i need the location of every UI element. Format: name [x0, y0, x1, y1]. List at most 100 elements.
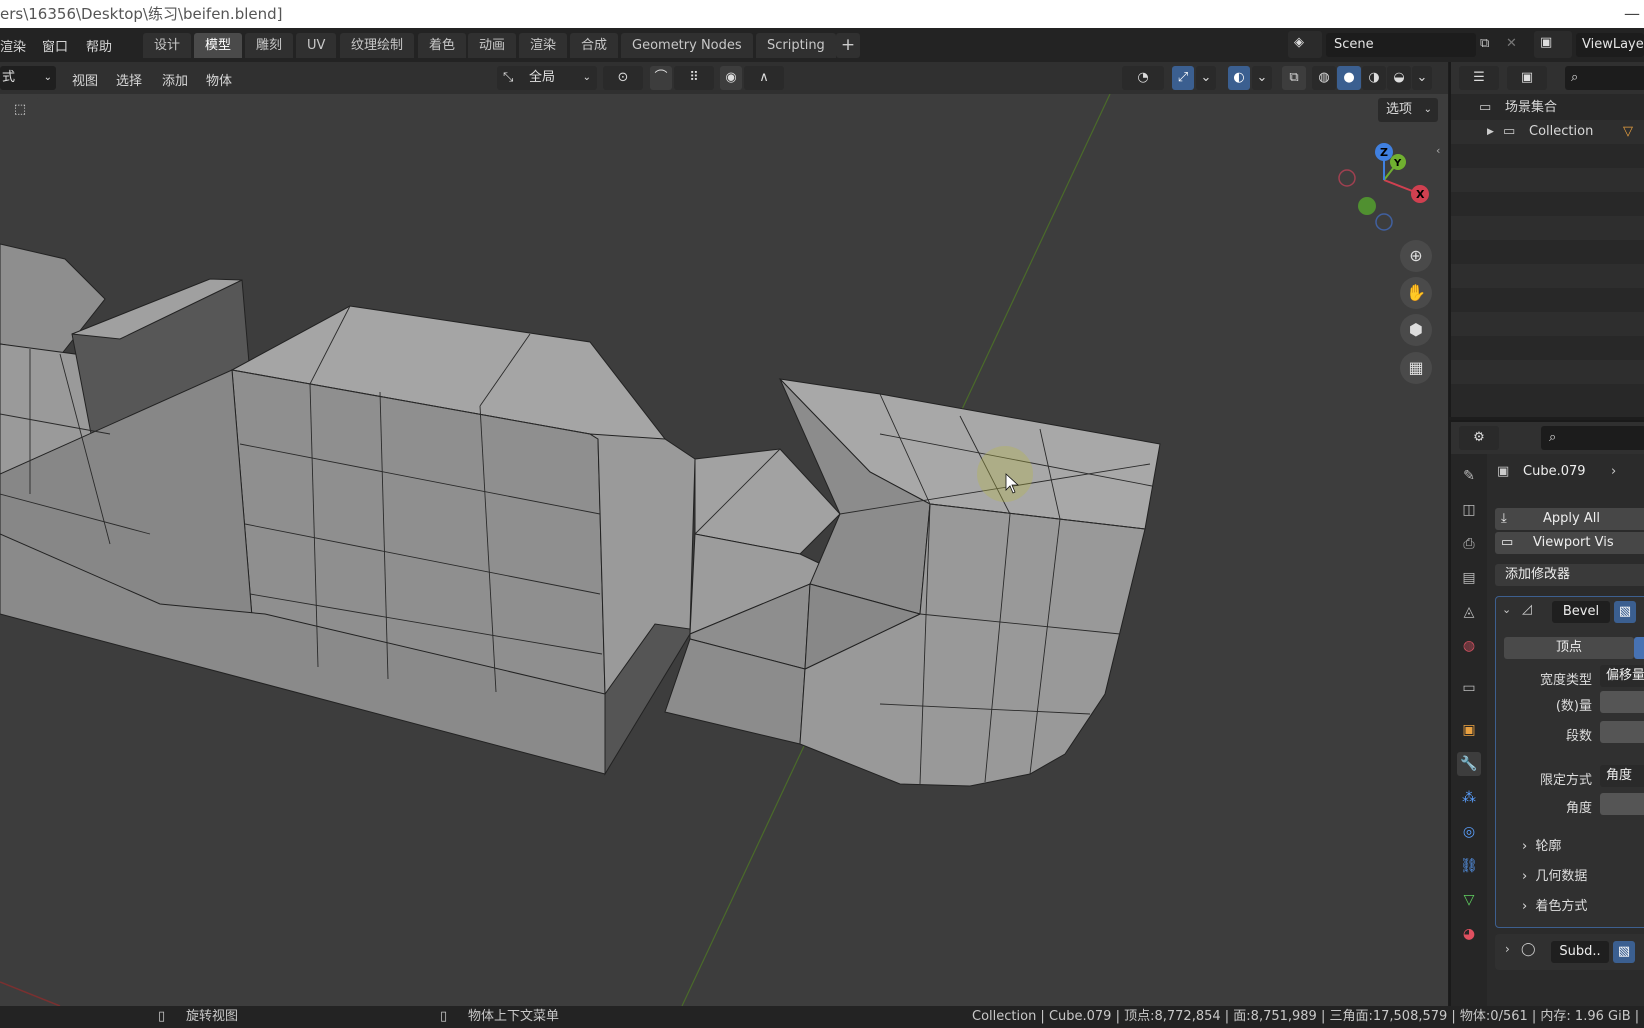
scene-name-field[interactable]: Scene — [1326, 33, 1476, 57]
proportional-edit-icon[interactable]: ◉ — [720, 66, 742, 90]
apply-all-button[interactable]: ⤓ Apply All — [1495, 508, 1644, 530]
tab-modeling[interactable]: 模型 — [194, 33, 243, 58]
zoom-icon[interactable]: ⊕ — [1400, 240, 1432, 272]
transform-orientation-dropdown[interactable]: ⤡ 全局 ⌄ — [497, 66, 597, 90]
outliner-collection-row[interactable]: ▶ ▭ Collection ▽ — [1451, 120, 1644, 144]
collapse-chevron-icon[interactable]: ⌄ — [1502, 603, 1511, 616]
properties-search-icon[interactable]: ⌕ — [1541, 426, 1644, 450]
tab-compositing[interactable]: 合成 — [570, 33, 619, 58]
editor-type-icon[interactable]: ⚙ — [1459, 426, 1499, 450]
pan-hand-icon[interactable]: ✋ — [1400, 277, 1432, 309]
outliner-scene-collection[interactable]: ▭ 场景集合 — [1451, 96, 1644, 120]
menu-help[interactable]: 帮助 — [86, 36, 112, 55]
falloff-icon[interactable]: ∧ — [744, 66, 784, 90]
width-type-dropdown[interactable]: 偏移量 — [1600, 665, 1644, 687]
menu-object[interactable]: 物体 — [206, 70, 232, 89]
viewlayer-icon[interactable]: ▣ — [1534, 31, 1572, 58]
outliner-empty-row — [1451, 240, 1644, 264]
constraints-tab-icon[interactable]: ⛓ — [1457, 854, 1481, 878]
gizmo-toggle-icon[interactable]: ⤢ — [1172, 66, 1194, 90]
navigation-gizmo[interactable]: X Y Z — [1338, 143, 1429, 231]
material-shading-icon[interactable]: ◑ — [1362, 66, 1386, 90]
editmode-toggle-icon[interactable]: ▧ — [1613, 941, 1635, 963]
menu-select[interactable]: 选择 — [116, 70, 142, 89]
menu-window[interactable]: 窗口 — [42, 36, 68, 55]
visibility-icon[interactable]: ◔ — [1122, 66, 1164, 90]
amount-label: (数)量 — [1555, 699, 1592, 714]
affect-vertices-button[interactable]: 顶点 — [1504, 637, 1634, 659]
segments-field[interactable] — [1600, 721, 1644, 743]
tab-layout[interactable]: 设计 — [143, 33, 192, 58]
add-modifier-button[interactable]: 添加修改器 — [1495, 564, 1644, 586]
tool-tab-icon[interactable]: ✎ — [1457, 464, 1481, 488]
pivot-point-icon[interactable]: ⊙ — [603, 66, 643, 90]
menu-render[interactable]: 渲染 — [0, 36, 26, 55]
shading-label: 着色方式 — [1535, 899, 1588, 914]
rendered-shading-icon[interactable]: ◒ — [1387, 66, 1411, 90]
snap-toggle-icon[interactable]: ⌒ — [650, 66, 672, 90]
tab-rendering[interactable]: 渲染 — [519, 33, 568, 58]
geometry-subpanel[interactable]: › 几何数据 — [1522, 865, 1587, 884]
output-tab-icon[interactable]: ⎙ — [1457, 532, 1481, 556]
physics-tab-icon[interactable]: ◎ — [1457, 820, 1481, 844]
solid-shading-icon[interactable]: ● — [1337, 66, 1361, 90]
add-workspace-button[interactable]: + — [836, 33, 860, 58]
mode-dropdown[interactable]: 式 ⌄ — [0, 66, 56, 90]
data-tab-icon[interactable]: ▽ — [1457, 888, 1481, 912]
limit-method-dropdown[interactable]: 角度 — [1600, 765, 1644, 787]
chevron-down-icon[interactable]: ⌄ — [1412, 66, 1432, 90]
menu-view[interactable]: 视图 — [72, 70, 98, 89]
material-tab-icon[interactable]: ◕ — [1457, 922, 1481, 946]
subd-name-field[interactable]: Subd.. — [1551, 941, 1609, 963]
outliner-search-icon[interactable]: ⌕ — [1565, 66, 1644, 90]
profile-subpanel[interactable]: › 轮廓 — [1522, 835, 1561, 854]
world-tab-icon[interactable]: ◍ — [1457, 634, 1481, 658]
wireframe-shading-icon[interactable]: ◍ — [1312, 66, 1336, 90]
viewport-vis-button[interactable]: ▭ Viewport Vis — [1495, 532, 1644, 554]
amount-field[interactable] — [1600, 691, 1644, 713]
collection-tab-icon[interactable]: ▭ — [1457, 676, 1481, 700]
new-scene-icon[interactable]: ⧉ — [1480, 36, 1489, 51]
tab-texture-paint[interactable]: 纹理绘制 — [340, 33, 415, 58]
tab-geometry-nodes[interactable]: Geometry Nodes — [621, 33, 753, 58]
display-mode-icon[interactable]: ▣ — [1507, 66, 1547, 90]
perspective-grid-icon[interactable]: ▦ — [1400, 352, 1432, 384]
tab-uv[interactable]: UV — [296, 33, 337, 58]
tab-shading[interactable]: 着色 — [418, 33, 467, 58]
editmode-toggle-icon[interactable]: ▧ — [1614, 601, 1636, 623]
viewlayer-name-field[interactable]: ViewLaye — [1576, 33, 1644, 57]
tab-scripting[interactable]: Scripting — [756, 33, 836, 58]
minimize-icon[interactable]: — — [1624, 0, 1640, 28]
scene-icon[interactable]: ◈ — [1288, 31, 1322, 58]
camera-view-icon[interactable]: ⬢ — [1400, 314, 1432, 346]
editor-type-icon[interactable]: ☰ — [1459, 66, 1499, 90]
angle-field[interactable] — [1600, 793, 1644, 815]
expand-chevron-icon[interactable]: › — [1505, 942, 1510, 956]
shading-subpanel[interactable]: › 着色方式 — [1522, 895, 1587, 914]
sidebar-toggle-icon[interactable]: ‹ — [1436, 144, 1440, 157]
object-tab-icon[interactable]: ▣ — [1457, 718, 1481, 742]
tab-sculpting[interactable]: 雕刻 — [245, 33, 294, 58]
affect-edges-button[interactable] — [1634, 637, 1644, 659]
particles-tab-icon[interactable]: ⁂ — [1457, 786, 1481, 810]
outliner-empty-row — [1451, 384, 1644, 408]
tab-animation[interactable]: 动画 — [468, 33, 517, 58]
viewport-3d[interactable]: X Y Z ⬚ 选项 ⌄ ⊕ ✋ ⬢ ▦ ‹ — [0, 94, 1448, 1006]
view-layer-tab-icon[interactable]: ▤ — [1457, 566, 1481, 590]
menu-add[interactable]: 添加 — [162, 70, 188, 89]
delete-scene-icon[interactable]: ✕ — [1506, 36, 1517, 51]
xray-toggle-icon[interactable]: ⧉ — [1282, 66, 1306, 90]
select-box-icon[interactable]: ⬚ — [0, 98, 40, 122]
render-tab-icon[interactable]: ◫ — [1457, 498, 1481, 522]
chevron-down-icon[interactable]: ⌄ — [1252, 66, 1272, 90]
snap-grid-icon[interactable]: ⠿ — [674, 66, 714, 90]
viewport-canvas[interactable]: X Y Z — [0, 94, 1448, 1006]
chevron-down-icon[interactable]: ⌄ — [1196, 66, 1216, 90]
scene-tab-icon[interactable]: ◬ — [1457, 600, 1481, 624]
outliner-empty-row — [1451, 288, 1644, 312]
modifier-wrench-icon[interactable]: 🔧 — [1457, 752, 1481, 776]
bevel-name-field[interactable]: Bevel — [1552, 601, 1610, 623]
options-dropdown[interactable]: 选项 ⌄ — [1378, 98, 1438, 122]
expand-arrow-icon[interactable]: ▶ — [1487, 120, 1494, 144]
overlay-toggle-icon[interactable]: ◐ — [1228, 66, 1250, 90]
